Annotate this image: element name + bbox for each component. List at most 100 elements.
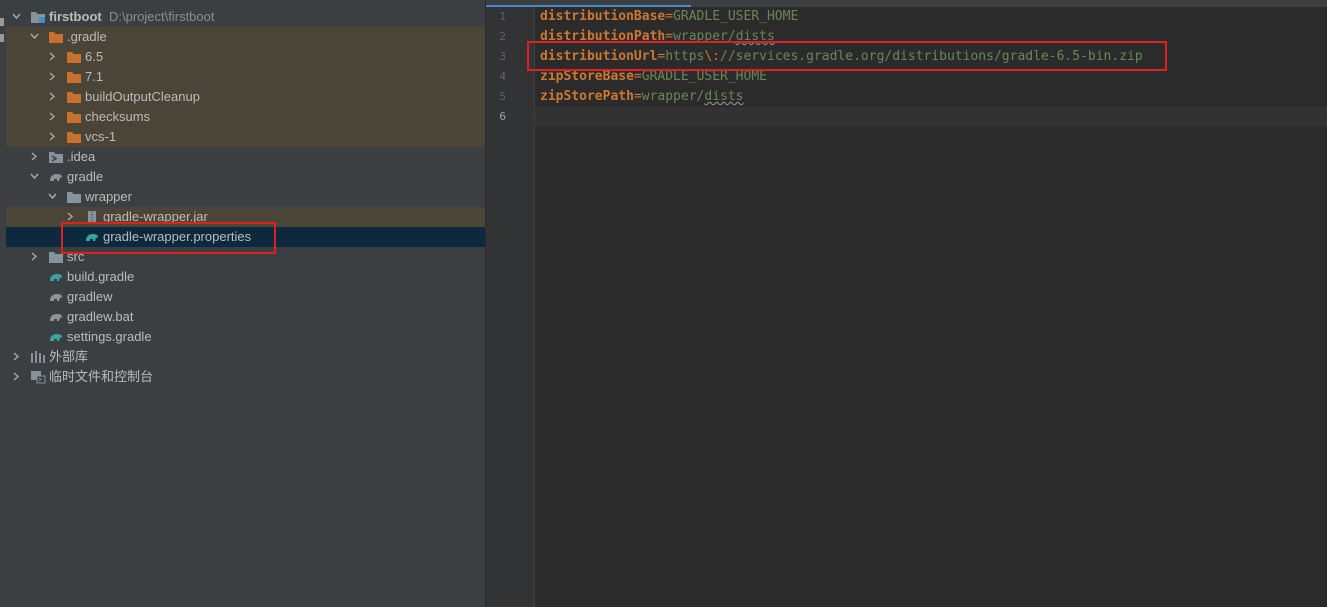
tree-item-label: buildOutputCleanup <box>85 89 200 104</box>
tree-item-dot-gradle[interactable]: .gradle <box>6 27 485 47</box>
line-number-gutter: 1 2 3 4 5 6 <box>486 7 535 607</box>
tree-item-7-1[interactable]: 7.1 <box>6 67 485 87</box>
property-separator: = <box>633 89 642 104</box>
property-value: GRADLE_USER_HOME <box>673 9 799 24</box>
tree-item-6-5[interactable]: 6.5 <box>6 47 485 67</box>
project-tool-window: firstboot D:\project\firstboot .gradle 6… <box>6 0 485 607</box>
property-separator: = <box>665 9 674 24</box>
line-number: 2 <box>499 30 506 43</box>
code-editor[interactable]: distributionBase=GRADLE_USER_HOME distri… <box>527 7 1327 607</box>
tree-item-label: vcs-1 <box>85 129 117 144</box>
chevron-right-icon[interactable] <box>28 247 40 267</box>
excluded-folder-icon <box>66 50 82 64</box>
chevron-right-icon[interactable] <box>10 367 22 387</box>
tree-item-root[interactable]: firstboot D:\project\firstboot <box>6 7 485 27</box>
current-line-highlight <box>535 107 1327 127</box>
tool-strip-mark <box>0 18 4 26</box>
tree-item-buildoutputcleanup[interactable]: buildOutputCleanup <box>6 87 485 107</box>
property-key: distributionUrl <box>540 49 658 64</box>
scratches-icon <box>30 370 46 384</box>
property-key: distributionBase <box>540 9 666 24</box>
tree-item-label: .gradle <box>67 29 107 44</box>
tree-item-vcs-1[interactable]: vcs-1 <box>6 127 485 147</box>
tree-item-label: gradlew <box>67 289 113 304</box>
chevron-right-icon[interactable] <box>46 47 58 67</box>
excluded-folder-icon <box>66 110 82 124</box>
tree-item-checksums[interactable]: checksums <box>6 107 485 127</box>
line-number-current: 6 <box>499 110 506 123</box>
tree-item-idea[interactable]: .idea <box>6 147 485 167</box>
property-value: wrapper/ <box>641 89 705 104</box>
property-value-typo: dists <box>735 29 775 44</box>
chevron-right-icon[interactable] <box>64 207 76 227</box>
chevron-right-icon[interactable] <box>46 127 58 147</box>
folder-icon <box>48 250 64 264</box>
gradle-file-icon <box>48 330 64 344</box>
property-value-typo: dists <box>704 89 744 104</box>
property-value: GRADLE_USER_HOME <box>641 69 767 84</box>
property-value: //services.gradle.org/distributions/grad… <box>720 49 1143 64</box>
tree-item-scratches-consoles[interactable]: 临时文件和控制台 <box>6 367 485 387</box>
property-key: distributionPath <box>540 29 666 44</box>
tree-item-label: gradle <box>67 169 104 184</box>
module-folder-icon <box>30 10 46 24</box>
tree-item-gradle-wrapper-properties[interactable]: gradle-wrapper.properties <box>6 227 485 247</box>
tool-strip-mark <box>0 34 4 42</box>
tree-item-build-gradle[interactable]: build.gradle <box>6 267 485 287</box>
chevron-right-icon[interactable] <box>10 347 22 367</box>
tree-item-label: checksums <box>85 109 151 124</box>
gradle-script-icon <box>48 310 64 324</box>
property-key: zipStorePath <box>540 89 634 104</box>
tree-item-gradlew[interactable]: gradlew <box>6 287 485 307</box>
code-line-4[interactable]: zipStoreBase=GRADLE_USER_HOME <box>540 67 767 87</box>
code-line-3[interactable]: distributionUrl=https\://services.gradle… <box>540 47 1143 67</box>
tree-item-label: 外部库 <box>49 349 89 364</box>
tree-item-label: gradle-wrapper.jar <box>103 209 208 224</box>
tree-item-label: .idea <box>67 149 96 164</box>
tree-item-label: src <box>67 249 85 264</box>
tree-item-label: gradlew.bat <box>67 309 134 324</box>
jar-archive-icon <box>84 210 100 224</box>
tree-item-label: wrapper <box>85 189 132 204</box>
chevron-down-icon[interactable] <box>10 7 22 27</box>
line-number: 1 <box>499 10 506 23</box>
code-line-5[interactable]: zipStorePath=wrapper/dists <box>540 87 744 107</box>
folder-icon <box>66 190 82 204</box>
idea-folder-icon <box>48 150 64 164</box>
property-separator: = <box>633 69 642 84</box>
tree-item-external-libraries[interactable]: 外部库 <box>6 347 485 367</box>
library-icon <box>30 350 46 364</box>
tree-item-wrapper[interactable]: wrapper <box>6 187 485 207</box>
line-number: 4 <box>499 70 506 83</box>
escape-sequence: \: <box>704 49 721 64</box>
excluded-folder-icon <box>66 70 82 84</box>
chevron-down-icon[interactable] <box>28 167 40 187</box>
tree-item-settings-gradle[interactable]: settings.gradle <box>6 327 485 347</box>
tree-item-label: settings.gradle <box>67 329 152 344</box>
tree-item-gradle[interactable]: gradle <box>6 167 485 187</box>
project-root-path: D:\project\firstboot <box>109 9 215 24</box>
property-separator: = <box>665 29 674 44</box>
chevron-right-icon[interactable] <box>46 67 58 87</box>
code-line-2[interactable]: distributionPath=wrapper/dists <box>540 27 775 47</box>
tree-item-label: 临时文件和控制台 <box>49 369 154 384</box>
code-line-1[interactable]: distributionBase=GRADLE_USER_HOME <box>540 7 798 27</box>
tree-item-label: gradle-wrapper.properties <box>103 229 252 244</box>
tree-item-src[interactable]: src <box>6 247 485 267</box>
gradle-file-icon <box>48 270 64 284</box>
chevron-down-icon[interactable] <box>28 27 40 47</box>
tree-item-gradlew-bat[interactable]: gradlew.bat <box>6 307 485 327</box>
project-root-name: firstboot <box>49 9 102 24</box>
property-value: https <box>665 49 705 64</box>
gradle-file-icon <box>84 230 100 244</box>
tree-item-label: 7.1 <box>85 69 104 84</box>
tree-item-label: build.gradle <box>67 269 135 284</box>
excluded-folder-icon <box>66 90 82 104</box>
chevron-right-icon[interactable] <box>46 107 58 127</box>
chevron-right-icon[interactable] <box>46 87 58 107</box>
excluded-folder-icon <box>66 130 82 144</box>
tree-item-label: 6.5 <box>85 49 104 64</box>
tree-item-gradle-wrapper-jar[interactable]: gradle-wrapper.jar <box>6 207 485 227</box>
chevron-down-icon[interactable] <box>46 187 58 207</box>
chevron-right-icon[interactable] <box>28 147 40 167</box>
